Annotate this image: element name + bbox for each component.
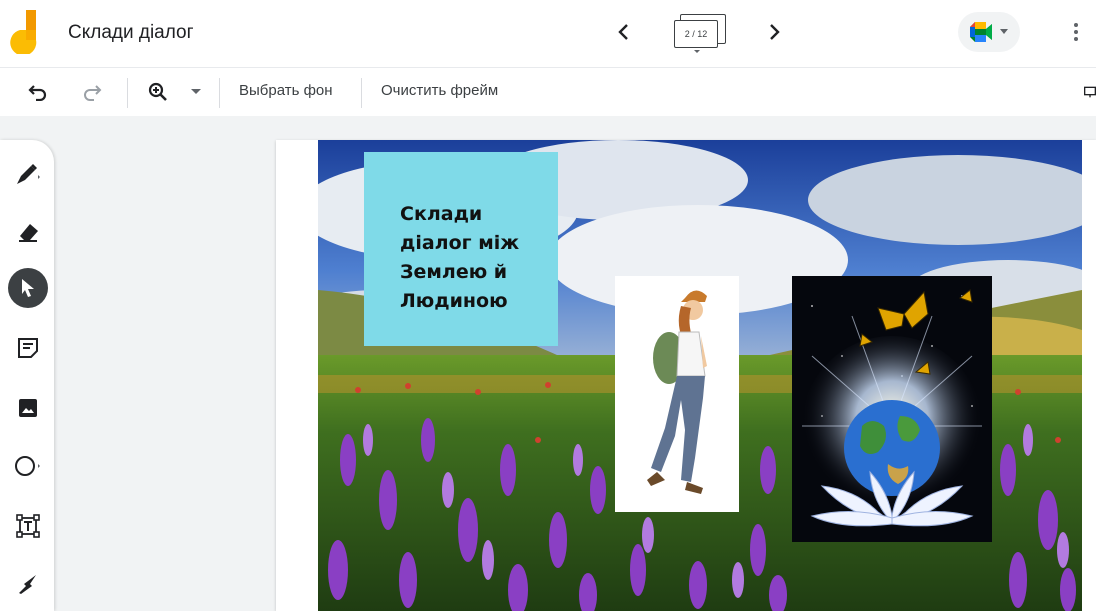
shape-tool-button[interactable] (8, 446, 48, 486)
pen-tool-button[interactable] (8, 154, 48, 194)
laser-icon (19, 575, 36, 594)
zoom-menu-button[interactable] (182, 78, 210, 106)
toolbar-divider (361, 78, 362, 108)
top-bar: Склади діалог 2 / 12 (0, 0, 1096, 68)
chevron-right-icon (770, 24, 780, 40)
background-image: Склади діалог між Землею й Людиною (318, 140, 1082, 611)
caret-down-icon (694, 50, 700, 53)
chevron-left-icon (618, 24, 628, 40)
hiker-image[interactable] (615, 276, 739, 512)
meet-button[interactable] (958, 12, 1020, 52)
undo-button[interactable] (24, 78, 52, 106)
undo-icon (28, 85, 47, 101)
jam-frame-canvas[interactable]: Склади діалог між Землею й Людиною (276, 140, 1096, 611)
caret-down-icon (191, 89, 201, 94)
text-box-tool-button[interactable] (8, 506, 48, 546)
frame-counter-label: 2 / 12 (674, 20, 718, 48)
toolbar-divider (219, 78, 220, 108)
earth-lotus-butterflies-illustration (792, 276, 992, 542)
present-icon (1084, 86, 1096, 98)
clear-frame-button[interactable]: Очистить фрейм (381, 82, 498, 99)
redo-icon (84, 85, 102, 101)
circle-icon (15, 456, 40, 476)
more-vert-icon (1074, 23, 1078, 41)
eraser-icon (19, 224, 38, 242)
sticky-note-text: Склади діалог між Землею й Людиною (400, 203, 520, 312)
zoom-button[interactable] (144, 78, 172, 106)
tool-rail (0, 140, 54, 611)
pen-icon (17, 164, 40, 184)
laser-tool-button[interactable] (8, 564, 48, 604)
text-box-icon (16, 514, 40, 538)
hiking-woman-illustration (647, 290, 707, 494)
sticky-note-tool-button[interactable] (8, 328, 48, 368)
select-tool-button[interactable] (8, 268, 48, 308)
toolbar-divider (127, 78, 128, 108)
document-title[interactable]: Склади діалог (68, 22, 194, 44)
sticky-note[interactable]: Склади діалог між Землею й Людиною (364, 152, 558, 346)
redo-button[interactable] (78, 78, 106, 106)
caret-down-icon (1000, 29, 1008, 34)
earth-lotus-image[interactable] (792, 276, 992, 542)
image-tool-button[interactable] (8, 388, 48, 428)
eraser-tool-button[interactable] (8, 212, 48, 252)
sticky-note-icon (18, 338, 38, 358)
jamboard-logo-icon[interactable] (10, 10, 44, 54)
frame-counter-button[interactable]: 2 / 12 (674, 14, 726, 56)
more-options-button[interactable] (1066, 16, 1086, 48)
next-frame-button[interactable] (760, 16, 788, 48)
toolbar: Выбрать фон Очистить фрейм (0, 68, 1096, 116)
present-button[interactable] (1084, 78, 1096, 106)
google-meet-icon (970, 22, 992, 42)
image-icon (19, 399, 37, 417)
zoom-in-icon (148, 82, 167, 101)
previous-frame-button[interactable] (610, 16, 638, 48)
select-icon (22, 279, 34, 297)
set-background-button[interactable]: Выбрать фон (239, 82, 333, 99)
